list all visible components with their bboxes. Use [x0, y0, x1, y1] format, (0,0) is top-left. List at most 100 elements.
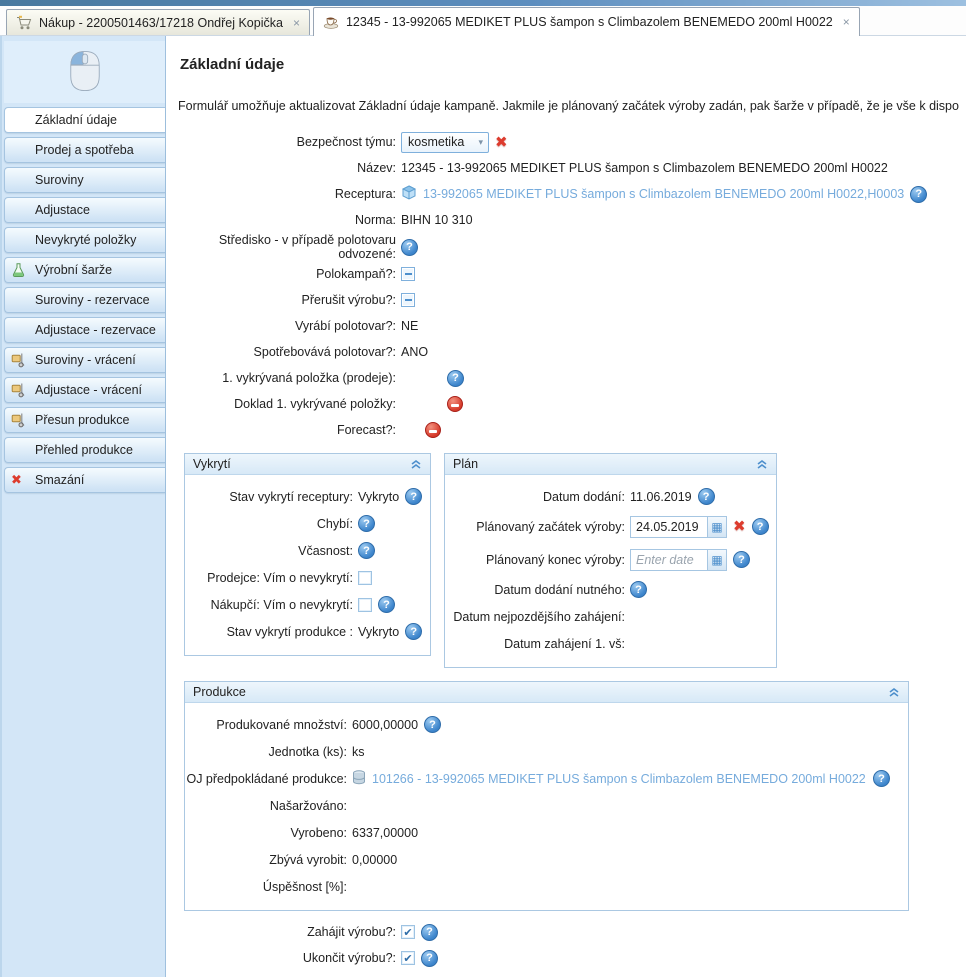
tab-label: 12345 - 13-992065 MEDIKET PLUS šampon s …: [346, 15, 833, 29]
help-icon[interactable]: [421, 924, 438, 941]
field-label: Polokampaň?:: [178, 267, 396, 281]
help-icon[interactable]: [378, 596, 395, 613]
red-x-remove-icon[interactable]: [495, 135, 508, 150]
field-label: Chybí:: [185, 517, 353, 531]
database-icon: [352, 770, 366, 788]
sidebar-item-label: Suroviny - vrácení: [35, 353, 136, 367]
form-row-nazev: Název: 12345 - 13-992065 MEDIKET PLUS ša…: [178, 155, 966, 181]
red-x-remove-icon[interactable]: [733, 519, 746, 534]
team-security-select[interactable]: kosmetika: [401, 132, 489, 153]
field-value: ks: [352, 745, 365, 759]
sidebar-item-presun-produkce[interactable]: Přesun produkce: [4, 407, 165, 433]
field-label: Datum dodání:: [445, 490, 625, 504]
help-icon[interactable]: [358, 542, 375, 559]
planned-end-date-input[interactable]: [631, 550, 707, 570]
sidebar-item-suroviny-rezervace[interactable]: Suroviny - rezervace: [4, 287, 165, 313]
help-icon[interactable]: [630, 581, 647, 598]
sidebar-item-adjustace-vraceni[interactable]: Adjustace - vrácení: [4, 377, 165, 403]
handtruck-icon: [11, 353, 26, 368]
cube-icon: [401, 185, 417, 204]
form-row-forecast: Forecast?:: [178, 417, 966, 443]
help-icon[interactable]: [401, 239, 418, 256]
form-row-norma: Norma: BIHN 10 310: [178, 207, 966, 233]
field-label: Stav vykrytí receptury:: [185, 490, 353, 504]
seller-aware-checkbox[interactable]: [358, 571, 372, 585]
help-icon[interactable]: [873, 770, 890, 787]
field-label: Norma:: [178, 213, 396, 227]
field-label: Prodejce: Vím o nevykrytí:: [185, 571, 353, 585]
help-icon[interactable]: [752, 518, 769, 535]
sidebar-item-label: Suroviny - rezervace: [35, 293, 150, 307]
start-production-checkbox[interactable]: [401, 925, 415, 939]
field-label: Zbývá vyrobit:: [185, 853, 347, 867]
sidebar-item-suroviny-vraceni[interactable]: Suroviny - vrácení: [4, 347, 165, 373]
sidebar-item-label: Adjustace - vrácení: [35, 383, 142, 397]
field-label: Našaržováno:: [185, 799, 347, 813]
mouse-icon: [69, 49, 101, 96]
sidebar-item-smazani[interactable]: Smazání: [4, 467, 165, 493]
receptura-link[interactable]: 13-992065 MEDIKET PLUS šampon s Climbazo…: [423, 187, 904, 201]
field-value: 12345 - 13-992065 MEDIKET PLUS šampon s …: [401, 161, 888, 175]
help-icon[interactable]: [424, 716, 441, 733]
field-label: Ukončit výrobu?:: [178, 951, 396, 965]
indeterminate-box-icon[interactable]: [401, 267, 415, 281]
sidebar-item-prodej-a-spotreba[interactable]: Prodej a spotřeba: [4, 137, 165, 163]
tab-nakup[interactable]: Nákup - 2200501463/17218 Ondřej Kopička: [6, 9, 310, 35]
sidebar-item-label: Adjustace - rezervace: [35, 323, 156, 337]
sidebar-item-label: Prodej a spotřeba: [35, 143, 134, 157]
sidebar-item-vyrobni-sarze[interactable]: Výrobní šarže: [4, 257, 165, 283]
calendar-grid-icon[interactable]: [707, 517, 726, 537]
sidebar-item-adjustace-rezervace[interactable]: Adjustace - rezervace: [4, 317, 165, 343]
form-row-stredisko: Středisko - v případě polotovaru odvozen…: [178, 233, 966, 261]
field-label: Jednotka (ks):: [185, 745, 347, 759]
planned-start-date-input[interactable]: [631, 517, 707, 537]
tab-label: Nákup - 2200501463/17218 Ondřej Kopička: [39, 16, 283, 30]
field-value: Vykryto: [358, 490, 399, 504]
sidebar-item-suroviny[interactable]: Suroviny: [4, 167, 165, 193]
panel-vykryti: Vykrytí Stav vykrytí receptury: Vykryto …: [184, 453, 431, 656]
sidebar-item-label: Adjustace: [35, 203, 90, 217]
field-label: Vyrobeno:: [185, 826, 347, 840]
sidebar-item-prehled-produkce[interactable]: Přehled produkce: [4, 437, 165, 463]
close-icon[interactable]: [843, 15, 850, 29]
sidebar-item-nevykryte-polozky[interactable]: Nevykryté položky: [4, 227, 165, 253]
delete-x-icon: [11, 472, 22, 488]
help-icon[interactable]: [698, 488, 715, 505]
end-production-checkbox[interactable]: [401, 951, 415, 965]
field-label: OJ předpokládané produkce:: [185, 772, 347, 786]
sidebar-item-adjustace[interactable]: Adjustace: [4, 197, 165, 223]
close-icon[interactable]: [293, 16, 300, 30]
double-chevron-up-icon[interactable]: [756, 458, 768, 470]
field-label: Produkované množství:: [185, 718, 347, 732]
help-icon[interactable]: [405, 623, 422, 640]
basic-data-form: Bezpečnost týmu: kosmetika Název: 12345 …: [178, 129, 966, 443]
double-chevron-up-icon[interactable]: [888, 686, 900, 698]
caret-down-icon: [478, 137, 483, 148]
sidebar-item-zakladni-udaje[interactable]: Základní údaje: [4, 107, 165, 133]
indeterminate-box-icon[interactable]: [401, 293, 415, 307]
cup-icon: [323, 14, 339, 30]
field-label: Stav vykrytí produkce :: [185, 625, 353, 639]
form-row-bezpecnost: Bezpečnost týmu: kosmetika: [178, 129, 966, 155]
help-icon[interactable]: [358, 515, 375, 532]
form-row-spotrebovava: Spotřebovává polotovar?: ANO: [178, 339, 966, 365]
calendar-grid-icon[interactable]: [707, 550, 726, 570]
help-icon[interactable]: [733, 551, 750, 568]
help-icon[interactable]: [447, 370, 464, 387]
page-title: Základní údaje: [180, 56, 966, 73]
field-value: 6337,00000: [352, 826, 418, 840]
tab-kampan[interactable]: 12345 - 13-992065 MEDIKET PLUS šampon s …: [313, 7, 860, 36]
oj-produkce-link[interactable]: 101266 - 13-992065 MEDIKET PLUS šampon s…: [372, 772, 866, 786]
field-label: Plánovaný začátek výroby:: [445, 520, 625, 534]
sidebar-item-label: Nevykryté položky: [35, 233, 136, 247]
sidebar-item-label: Přehled produkce: [35, 443, 133, 457]
field-label: Doklad 1. vykrývané položky:: [178, 397, 396, 411]
help-icon[interactable]: [421, 950, 438, 967]
double-chevron-up-icon[interactable]: [410, 458, 422, 470]
help-icon[interactable]: [405, 488, 422, 505]
field-value: 6000,00000: [352, 718, 418, 732]
buyer-aware-checkbox[interactable]: [358, 598, 372, 612]
help-icon[interactable]: [910, 186, 927, 203]
tab-bar: Nákup - 2200501463/17218 Ondřej Kopička …: [0, 6, 966, 36]
no-entry-icon: [425, 422, 441, 438]
